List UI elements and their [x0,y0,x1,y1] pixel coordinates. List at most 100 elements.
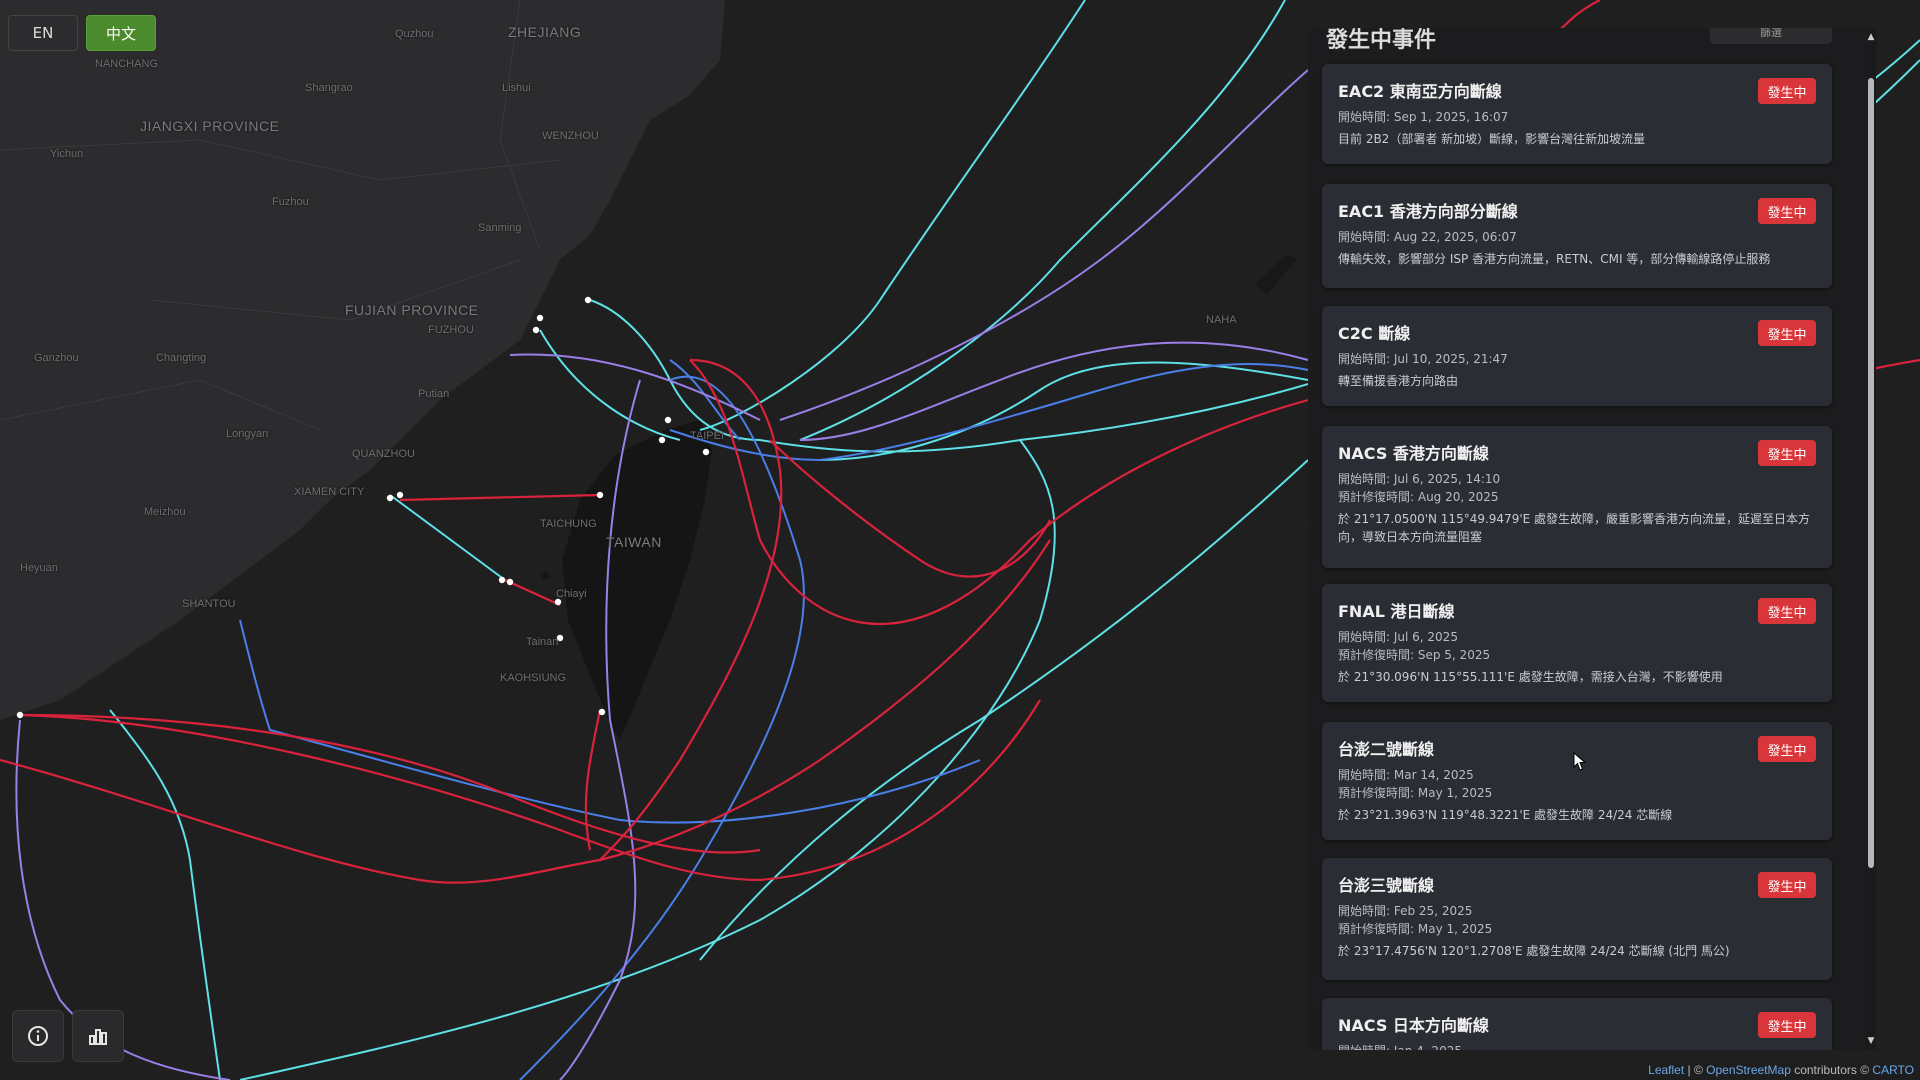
carto-link[interactable]: CARTO [1872,1063,1914,1077]
landing-point [596,491,604,499]
map-label: Putian [418,388,450,400]
event-start-time: 開始時間: Jan 4, 2025 [1338,1042,1462,1050]
leaflet-link[interactable]: Leaflet [1648,1063,1684,1077]
ryukyu-islands [1150,255,1297,349]
event-title: EAC2 東南亞方向斷線 [1338,82,1502,101]
map-label: Lishui [502,82,531,94]
landing-point [16,711,24,719]
map-attribution: Leaflet | © OpenStreetMap contributors ©… [1642,1060,1920,1080]
scroll-down-arrow[interactable]: ▼ [1866,1036,1876,1046]
event-est-repair-time: 預計修復時間: May 1, 2025 [1338,922,1493,936]
map-label: Tainan [526,636,559,648]
stats-button[interactable] [72,1010,124,1062]
active-cables-blue [239,359,1309,1080]
status-badge: 發生中 [1758,78,1816,104]
map-label: TAIPEI [690,430,725,442]
event-card[interactable]: NACS 香港方向斷線 發生中 開始時間: Jul 6, 2025, 14:10… [1322,426,1832,568]
event-card[interactable]: EAC1 香港方向部分斷線 發生中 開始時間: Aug 22, 2025, 06… [1322,184,1832,288]
map-label: KAOHSIUNG [500,672,567,684]
event-description: 目前 2B2（部署者 新加坡）斷線，影響台灣往新加坡流量 [1338,132,1646,146]
mouse-cursor-icon [1573,752,1587,771]
landing-point [658,436,666,444]
language-zh-button[interactable]: 中文 [86,15,156,51]
event-title: EAC1 香港方向部分斷線 [1338,202,1518,221]
event-start-time: 開始時間: Jul 6, 2025, 14:10 [1338,472,1501,486]
event-title: NACS 香港方向斷線 [1338,444,1489,463]
event-card[interactable]: FNAL 港日斷線 發生中 開始時間: Jul 6, 2025 預計修復時間: … [1322,584,1832,702]
map-label: TAIWAN [606,534,662,550]
attribution-separator: | © [1684,1063,1707,1077]
landing-point [506,578,514,586]
event-title: NACS 日本方向斷線 [1338,1016,1489,1035]
event-start-time: 開始時間: Sep 1, 2025, 16:07 [1338,110,1509,124]
event-title: 台澎二號斷線 [1338,740,1435,759]
event-start-time: 開始時間: Aug 22, 2025, 06:07 [1338,230,1517,244]
landing-point [536,314,544,322]
status-badge: 發生中 [1758,320,1816,346]
cable-red [19,699,1041,882]
event-card[interactable]: EAC2 東南亞方向斷線 發生中 開始時間: Sep 1, 2025, 16:0… [1322,64,1832,164]
event-description: 傳輸失效，影響部分 ISP 香港方向流量，RETN、CMI 等，部分傳輸線路停止… [1338,252,1771,266]
event-description: 轉至備援香港方向路由 [1338,374,1459,388]
panel-filter-button[interactable]: 篩選 [1710,28,1832,44]
map-label: Chiayi [556,588,587,600]
event-card[interactable]: 台澎二號斷線 發生中 開始時間: Mar 14, 2025 預計修復時間: Ma… [1322,722,1832,840]
cable-cyan [539,329,681,441]
map-label: Changting [156,352,207,364]
status-badge: 發生中 [1758,198,1816,224]
landing-point [664,416,672,424]
event-description: 於 23°21.3963'N 119°48.3221'E 處發生故障 24/24… [1338,808,1673,822]
landing-point [598,708,606,716]
event-start-time: 開始時間: Mar 14, 2025 [1338,768,1474,782]
map-label: NANCHANG [95,58,158,70]
status-badge: 發生中 [1758,736,1816,762]
info-button[interactable] [12,1010,64,1062]
events-panel[interactable]: 發生中事件 篩選 EAC2 東南亞方向斷線 發生中 開始時間: Sep 1, 2… [1308,28,1874,1050]
status-badge: 發生中 [1758,1012,1816,1038]
map-label: TAICHUNG [540,518,597,530]
taiwan-island [562,420,712,740]
landing-point [532,326,540,334]
cable-red [689,359,1309,626]
map-label: Shangrao [305,82,353,94]
map-label: FUJIAN PROVINCE [345,302,479,318]
event-card[interactable]: C2C 斷線 發生中 開始時間: Jul 10, 2025, 21:47 轉至備… [1322,306,1832,406]
landing-point [386,494,394,502]
event-start-time: 開始時間: Feb 25, 2025 [1338,904,1473,918]
panel-title: 發生中事件 [1326,28,1437,53]
scroll-up-arrow[interactable]: ▲ [1866,32,1876,42]
event-card[interactable]: NACS 日本方向斷線 發生中 開始時間: Jan 4, 2025 [1322,998,1832,1050]
cable-cyan [389,494,506,581]
event-description: 於 23°17.4756'N 120°1.2708'E 處發生故障 24/24 … [1338,944,1730,958]
landing-point [584,296,592,304]
cable-red [399,493,601,502]
map-label: WENZHOU [542,130,599,142]
cable-red [504,578,561,607]
osm-link[interactable]: OpenStreetMap [1706,1063,1791,1077]
landing-point [498,576,506,584]
map-label: JIANGXI PROVINCE [140,118,280,134]
event-start-time: 開始時間: Jul 10, 2025, 21:47 [1338,352,1508,366]
event-start-time: 開始時間: Jul 6, 2025 [1338,630,1458,644]
attribution-contrib: contributors © [1790,1063,1873,1077]
map-label: SHANTOU [182,598,236,610]
status-badge: 發生中 [1758,440,1816,466]
bar-chart-icon [89,1029,107,1045]
map-label: FUZHOU [428,324,474,336]
panel-scrollbar-thumb[interactable] [1868,78,1874,868]
event-est-repair-time: 預計修復時間: May 1, 2025 [1338,786,1493,800]
map-label: Fuzhou [272,196,309,208]
map-label: ZHEJIANG [508,24,582,40]
cable-cyan [799,0,1286,441]
cable-cyan [109,709,221,1080]
map-label: XIAMEN CITY [294,486,365,498]
map-label: Yichun [50,148,84,160]
map-label: Sanming [478,222,522,234]
event-description: 於 21°30.096'N 115°55.111'E 處發生故障，需接入台灣，不… [1338,670,1723,684]
event-card[interactable]: 台澎三號斷線 發生中 開始時間: Feb 25, 2025 預計修復時間: Ma… [1322,858,1832,980]
language-en-button[interactable]: EN [8,15,78,51]
map-label: Quzhou [395,28,434,40]
map-label: Meizhou [144,506,186,518]
map-label: NAHA [1206,314,1237,326]
landing-point [396,491,404,499]
